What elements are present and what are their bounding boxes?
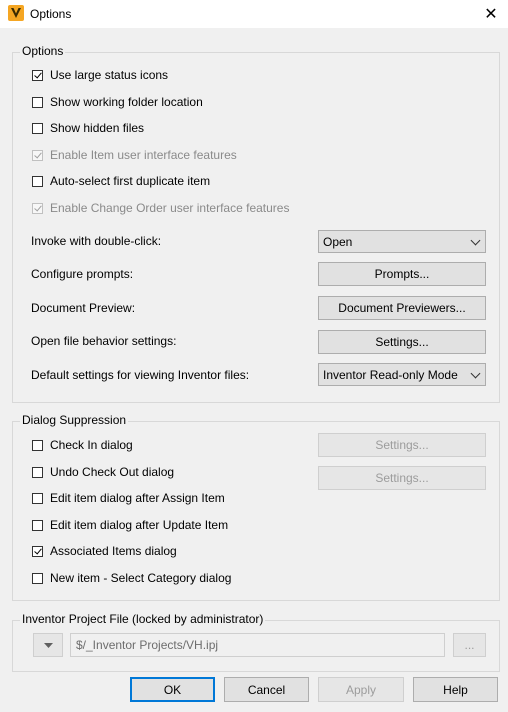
checkbox-box[interactable]	[32, 545, 43, 557]
help-button[interactable]: Help	[413, 677, 498, 702]
invoke-dropdown-value: Open	[323, 234, 353, 249]
project-file-path-input: $/_Inventor Projects/VH.ipj	[70, 633, 445, 657]
close-icon[interactable]: ✕	[474, 0, 508, 28]
checkbox-label: Show hidden files	[50, 121, 145, 135]
checkbox-enable-change-order-ui: Enable Change Order user interface featu…	[32, 200, 289, 216]
checkbox-label: Use large status icons	[50, 68, 169, 82]
checkbox-label: Edit item dialog after Update Item	[50, 518, 229, 532]
autodesk-vault-icon	[8, 5, 24, 21]
browse-button: ...	[453, 633, 486, 657]
checkbox-box[interactable]	[32, 175, 43, 187]
checkbox-label: Enable Change Order user interface featu…	[50, 201, 290, 215]
configure-prompts-label: Configure prompts:	[31, 267, 134, 281]
document-previewers-button[interactable]: Document Previewers...	[318, 296, 486, 320]
project-file-group-label: Inventor Project File (locked by adminis…	[20, 612, 266, 626]
cancel-button[interactable]: Cancel	[224, 677, 309, 702]
checkbox-associated-items-dialog[interactable]: Associated Items dialog	[32, 543, 177, 559]
checkbox-box[interactable]	[32, 572, 43, 584]
window-title: Options	[30, 7, 72, 21]
checkbox-enable-item-ui: Enable Item user interface features	[32, 147, 237, 163]
apply-button: Apply	[318, 677, 404, 702]
default-viewing-dropdown-value: Inventor Read-only Mode	[323, 367, 458, 382]
checkbox-new-item-select-category[interactable]: New item - Select Category dialog	[32, 570, 231, 586]
checkbox-label: Show working folder location	[50, 95, 203, 109]
checkbox-label: Associated Items dialog	[50, 544, 177, 558]
options-group-label: Options	[20, 44, 66, 58]
checkbox-label: Undo Check Out dialog	[50, 465, 175, 479]
checkbox-box	[32, 149, 43, 161]
checkbox-label: Auto-select first duplicate item	[50, 174, 211, 188]
checkbox-box[interactable]	[32, 492, 43, 504]
checkbox-box[interactable]	[32, 122, 43, 134]
invoke-label: Invoke with double-click:	[31, 234, 162, 248]
checkbox-label: Edit item dialog after Assign Item	[50, 491, 225, 505]
title-bar: Options ✕	[0, 0, 508, 28]
checkbox-label: Check In dialog	[50, 438, 133, 452]
document-preview-label: Document Preview:	[31, 301, 136, 315]
project-file-dropdown-button	[33, 633, 63, 657]
checkbox-label: Enable Item user interface features	[50, 148, 237, 162]
checkbox-box[interactable]	[32, 519, 43, 531]
prompts-button[interactable]: Prompts...	[318, 262, 486, 286]
checkbox-undo-check-out-dialog[interactable]: Undo Check Out dialog	[32, 464, 174, 480]
chevron-down-icon	[470, 235, 481, 246]
checkbox-check-in-dialog[interactable]: Check In dialog	[32, 437, 133, 453]
checkbox-show-hidden-files[interactable]: Show hidden files	[32, 120, 144, 136]
checkbox-label: New item - Select Category dialog	[50, 571, 232, 585]
default-viewing-dropdown[interactable]: Inventor Read-only Mode	[318, 363, 486, 386]
checkbox-auto-select-duplicate[interactable]: Auto-select first duplicate item	[32, 173, 210, 189]
checkbox-edit-item-after-update[interactable]: Edit item dialog after Update Item	[32, 517, 228, 533]
checkbox-box	[32, 202, 43, 214]
ok-button[interactable]: OK	[130, 677, 215, 702]
checkbox-use-large-status-icons[interactable]: Use large status icons	[32, 67, 168, 83]
checkbox-box[interactable]	[32, 96, 43, 108]
checkbox-box[interactable]	[32, 439, 43, 451]
invoke-dropdown[interactable]: Open	[318, 230, 486, 253]
caret-down-icon	[43, 642, 53, 648]
checkbox-show-working-folder[interactable]: Show working folder location	[32, 94, 203, 110]
chevron-down-icon	[470, 368, 481, 379]
checkbox-edit-item-after-assign[interactable]: Edit item dialog after Assign Item	[32, 490, 225, 506]
dialog-suppression-group-label: Dialog Suppression	[20, 413, 129, 427]
check-in-settings-button: Settings...	[318, 433, 486, 457]
undo-checkout-settings-button: Settings...	[318, 466, 486, 490]
open-file-behavior-label: Open file behavior settings:	[31, 334, 177, 348]
project-file-path-value: $/_Inventor Projects/VH.ipj	[76, 638, 219, 652]
checkbox-box[interactable]	[32, 466, 43, 478]
open-file-settings-button[interactable]: Settings...	[318, 330, 486, 354]
checkbox-box[interactable]	[32, 69, 43, 81]
default-viewing-label: Default settings for viewing Inventor fi…	[31, 368, 250, 382]
